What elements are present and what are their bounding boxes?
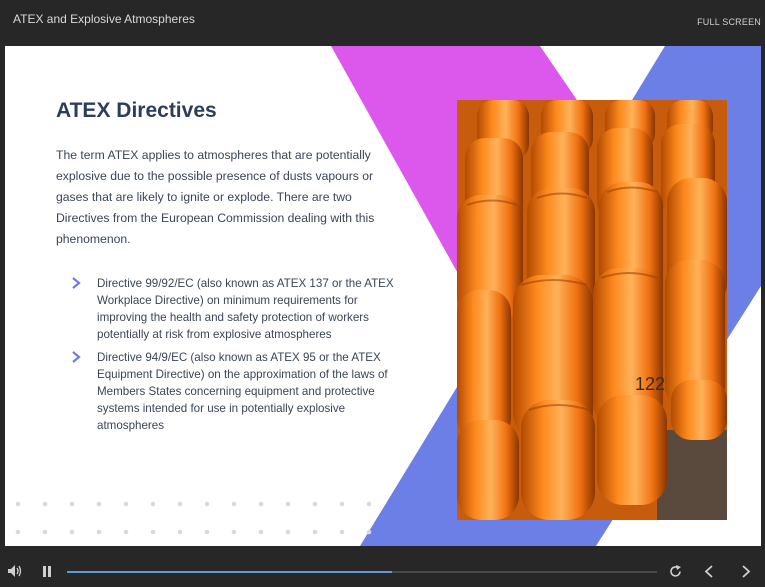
pause-icon[interactable] [42, 566, 52, 577]
top-bar: ATEX and Explosive Atmospheres FULL SCRE… [0, 0, 765, 46]
slide: ATEX Directives The term ATEX applies to… [5, 46, 761, 546]
dot-grid [15, 501, 372, 535]
list-item: Directive 99/92/EC (also known as ATEX 1… [70, 275, 395, 343]
replay-icon[interactable] [669, 565, 682, 578]
list-item-text: Directive 99/92/EC (also known as ATEX 1… [97, 277, 394, 341]
directive-list: Directive 99/92/EC (also known as ATEX 1… [70, 275, 395, 440]
list-item: Directive 94/9/EC (also known as ATEX 95… [70, 349, 395, 434]
intro-paragraph: The term ATEX applies to atmospheres tha… [56, 148, 375, 246]
cylinder-marking: 122 [635, 374, 665, 394]
chevron-right-icon [72, 351, 81, 363]
slide-heading: ATEX Directives [56, 99, 217, 122]
chevron-right-icon [72, 277, 81, 289]
progress-fill [67, 571, 392, 573]
fullscreen-button[interactable]: FULL SCREEN [697, 17, 761, 27]
gas-cylinders-image: 122 [457, 100, 727, 520]
previous-icon[interactable] [704, 565, 714, 578]
player-controls [0, 546, 765, 587]
course-title: ATEX and Explosive Atmospheres [13, 12, 195, 26]
next-icon[interactable] [741, 565, 751, 578]
progress-bar[interactable] [67, 571, 657, 573]
list-item-text: Directive 94/9/EC (also known as ATEX 95… [97, 351, 388, 432]
volume-icon[interactable] [8, 565, 22, 577]
